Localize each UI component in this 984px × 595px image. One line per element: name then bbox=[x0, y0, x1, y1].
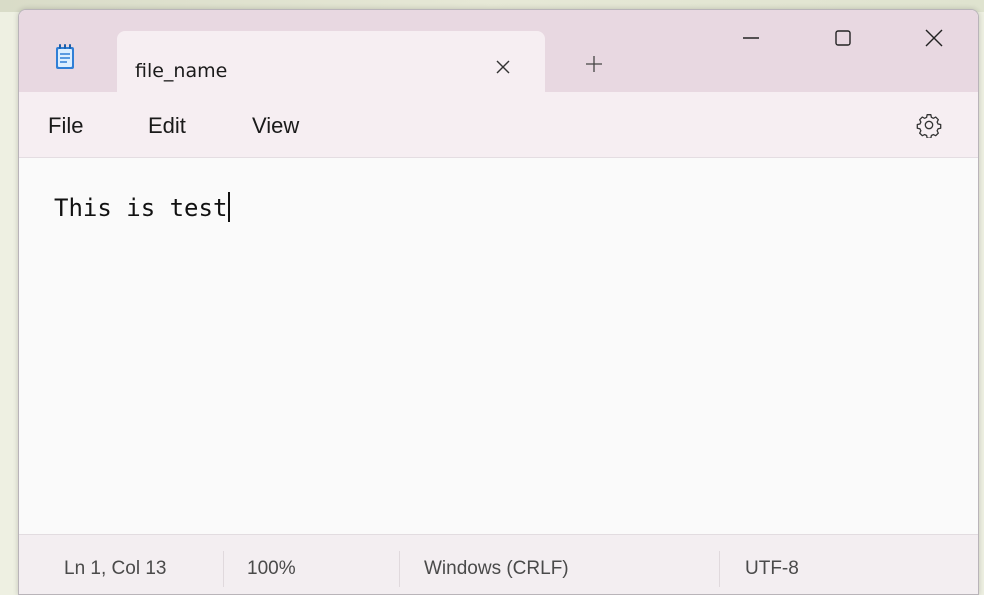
zoom-level[interactable]: 100% bbox=[247, 558, 296, 580]
menu-file[interactable]: File bbox=[48, 113, 83, 139]
status-bar: Ln 1, Col 13 100% Windows (CRLF) UTF-8 bbox=[19, 534, 978, 594]
status-divider bbox=[399, 551, 400, 587]
text-editor[interactable]: This is test bbox=[19, 158, 978, 534]
gear-icon bbox=[916, 114, 942, 138]
minimize-button[interactable] bbox=[728, 20, 774, 56]
menu-view[interactable]: View bbox=[252, 113, 299, 139]
editor-content[interactable]: This is test bbox=[54, 192, 231, 222]
cursor-position[interactable]: Ln 1, Col 13 bbox=[64, 558, 166, 580]
plus-icon bbox=[586, 56, 602, 72]
menu-bar: File Edit View bbox=[19, 92, 978, 158]
new-tab-button[interactable] bbox=[580, 50, 608, 78]
tab-close-button[interactable] bbox=[489, 53, 517, 81]
minimize-icon bbox=[743, 37, 759, 39]
tab-title: file_name bbox=[135, 60, 228, 82]
text-caret bbox=[228, 192, 231, 222]
status-divider bbox=[719, 551, 720, 587]
notepad-icon bbox=[55, 44, 75, 70]
close-window-button[interactable] bbox=[911, 20, 957, 56]
status-divider bbox=[223, 551, 224, 587]
encoding[interactable]: UTF-8 bbox=[745, 558, 799, 580]
maximize-icon bbox=[835, 30, 851, 46]
tab-file[interactable]: file_name bbox=[117, 31, 545, 92]
title-bar: file_name bbox=[19, 10, 978, 92]
line-ending[interactable]: Windows (CRLF) bbox=[424, 558, 569, 580]
editor-text: This is test bbox=[54, 194, 228, 222]
menu-edit[interactable]: Edit bbox=[148, 113, 186, 139]
close-icon bbox=[496, 60, 510, 74]
close-icon bbox=[925, 29, 943, 47]
notepad-window: file_name File Edit View This is test Ln… bbox=[18, 9, 979, 595]
maximize-button[interactable] bbox=[820, 20, 866, 56]
settings-button[interactable] bbox=[914, 110, 944, 140]
